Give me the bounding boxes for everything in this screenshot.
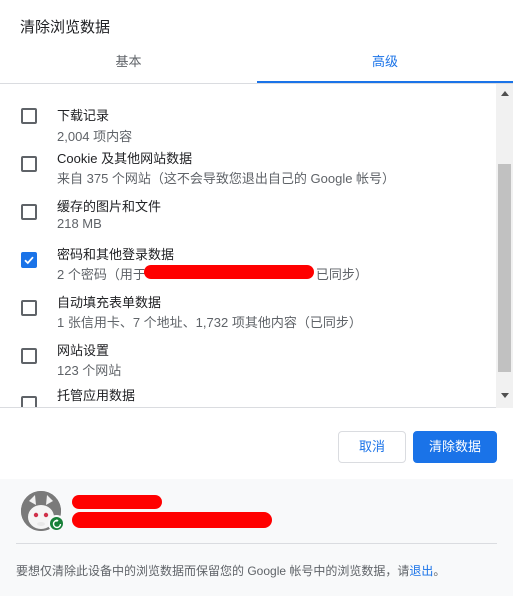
- tab-selected-indicator: [257, 81, 513, 83]
- list-item-downloads[interactable]: 下载记录 2,004 项内容: [0, 92, 494, 144]
- redaction-mark: [72, 495, 162, 509]
- list-item-cache[interactable]: 缓存的图片和文件 218 MB: [0, 188, 494, 236]
- list-scrollbar[interactable]: [496, 84, 513, 408]
- notice-end: 。: [433, 564, 446, 578]
- item-title: 网站设置: [57, 343, 110, 358]
- item-title: 自动填充表单数据: [57, 295, 162, 310]
- sign-out-link[interactable]: 退出: [409, 564, 433, 578]
- notice-text: 要想仅清除此设备中的浏览数据而保留您的 Google 帐号中的浏览数据，请: [16, 564, 410, 578]
- subtitle-suffix: 已同步）: [315, 267, 368, 282]
- item-title: 下载记录: [57, 108, 110, 123]
- scrollbar-thumb[interactable]: [498, 164, 511, 372]
- checkbox-cookies[interactable]: [21, 156, 37, 172]
- redaction-mark: [72, 512, 272, 528]
- tab-advanced[interactable]: 高级: [257, 44, 513, 84]
- checkbox-downloads[interactable]: [21, 108, 37, 124]
- item-title: 缓存的图片和文件: [57, 199, 162, 214]
- sign-out-notice: 要想仅清除此设备中的浏览数据而保留您的 Google 帐号中的浏览数据，请退出。: [16, 562, 445, 579]
- sync-icon: [48, 515, 65, 532]
- tab-bar: 基本 高级: [0, 44, 513, 84]
- divider: [16, 543, 497, 544]
- item-subtitle: 1 张信用卡、7 个地址、1,732 项其他内容（已同步）: [57, 315, 362, 330]
- list-item-cookies[interactable]: Cookie 及其他网站数据 来自 375 个网站（这不会导致您退出自己的 Go…: [0, 140, 494, 188]
- checkbox-cache[interactable]: [21, 204, 37, 220]
- account-footer: 要想仅清除此设备中的浏览数据而保留您的 Google 帐号中的浏览数据，请退出。: [0, 479, 513, 596]
- redaction-mark: [144, 265, 314, 279]
- clear-data-button[interactable]: 清除数据: [413, 431, 497, 463]
- arrow-up-icon[interactable]: [496, 84, 513, 101]
- item-title: 托管应用数据: [57, 388, 136, 403]
- tab-basic[interactable]: 基本: [0, 44, 257, 84]
- arrow-down-icon[interactable]: [496, 387, 513, 404]
- dialog-title: 清除浏览数据: [20, 19, 111, 36]
- list-item-autofill[interactable]: 自动填充表单数据 1 张信用卡、7 个地址、1,732 项其他内容（已同步）: [0, 284, 494, 332]
- item-subtitle: 123 个网站: [57, 363, 122, 378]
- cancel-button[interactable]: 取消: [338, 431, 406, 463]
- list-item-site-settings[interactable]: 网站设置 123 个网站: [0, 332, 494, 380]
- subtitle-prefix: 2 个密码（用于: [57, 267, 146, 282]
- item-subtitle: 218 MB: [57, 216, 102, 231]
- checkbox-hosted-apps[interactable]: [21, 396, 37, 407]
- item-title: Cookie 及其他网站数据: [57, 151, 193, 166]
- checkbox-passwords[interactable]: [21, 252, 37, 268]
- data-type-list: 下载记录 2,004 项内容 Cookie 及其他网站数据 来自 375 个网站…: [0, 84, 513, 408]
- list-item-passwords[interactable]: 密码和其他登录数据 2 个密码（用于 已同步）: [0, 236, 494, 284]
- check-icon: [24, 256, 34, 265]
- item-subtitle: 来自 375 个网站（这不会导致您退出自己的 Google 帐号）: [57, 171, 396, 186]
- item-title: 密码和其他登录数据: [57, 247, 175, 262]
- checkbox-site-settings[interactable]: [21, 348, 37, 364]
- list-item-hosted-apps[interactable]: 托管应用数据: [0, 380, 494, 407]
- checkbox-autofill[interactable]: [21, 300, 37, 316]
